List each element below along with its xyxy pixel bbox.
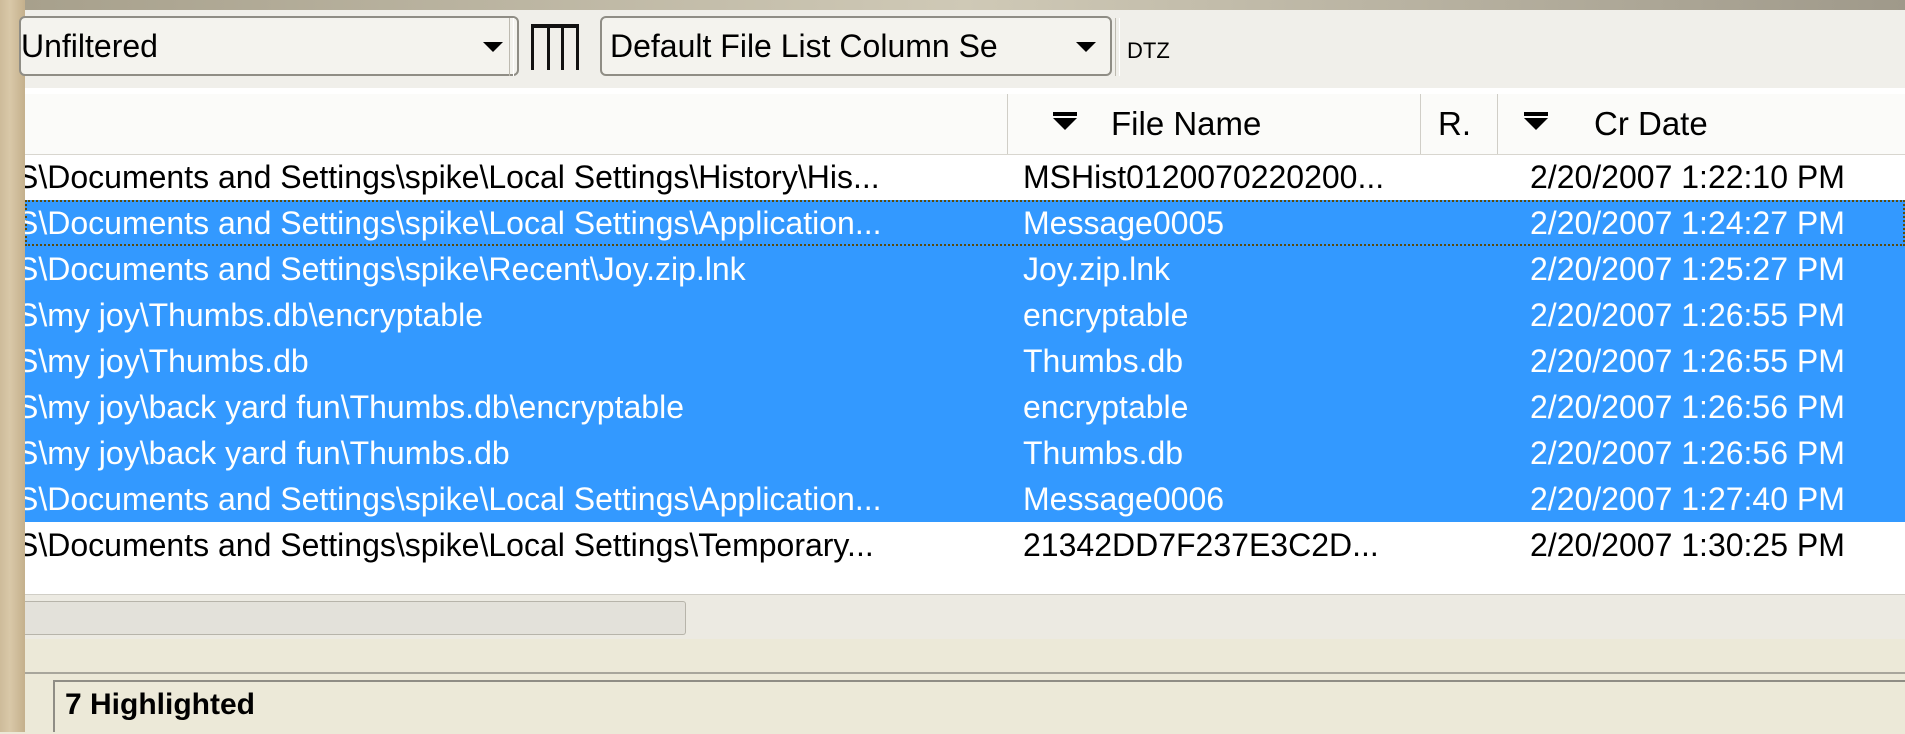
table-row[interactable]: S\Documents and Settings\spike\Local Set… [25,154,1905,200]
column-header-r[interactable]: R. [1421,94,1498,154]
cell-path: S\Documents and Settings\spike\Local Set… [25,527,874,563]
table-row[interactable]: S\Documents and Settings\spike\Local Set… [25,522,1905,568]
toolbar-separator [509,18,514,76]
toolbar-separator [1115,18,1120,76]
cell-cr-date: 2/20/2007 1:22:10 PM [1530,159,1845,195]
table-row[interactable]: S\my joy\Thumbs.db Thumbs.db 2/20/2007 1… [25,338,1905,384]
table-row[interactable]: S\my joy\back yard fun\Thumbs.db Thumbs.… [25,430,1905,476]
cell-cr-date: 2/20/2007 1:26:55 PM [1530,297,1845,333]
table-row[interactable]: S\my joy\back yard fun\Thumbs.db\encrypt… [25,384,1905,430]
cell-cr-date: 2/20/2007 1:25:27 PM [1530,251,1845,287]
scrollbar-thumb[interactable] [25,601,686,635]
column-header-path[interactable] [25,94,1008,154]
cell-path: S\Documents and Settings\spike\Recent\Jo… [25,251,746,287]
column-header-file-name-label: File Name [1111,105,1262,142]
file-list-header: File Name R. Cr Date [25,94,1905,155]
column-header-r-label: R. [1438,105,1471,142]
cell-path: S\my joy\Thumbs.db\encryptable [25,297,483,333]
background-edge [0,0,25,732]
cell-cr-date: 2/20/2007 1:26:55 PM [1530,343,1845,379]
sort-down-icon [1524,118,1548,130]
cell-file-name: 21342DD7F237E3C2D... [1023,527,1379,563]
table-row[interactable]: S\Documents and Settings\spike\Recent\Jo… [25,246,1905,292]
table-row[interactable]: S\my joy\Thumbs.db\encryptable encryptab… [25,292,1905,338]
filter-dropdown-value: Unfiltered [21,28,158,64]
window-top-strip [25,0,1905,10]
filter-icon [1524,112,1548,116]
dtz-button[interactable]: DTZ [1127,38,1170,64]
cell-path: S\my joy\back yard fun\Thumbs.db [25,435,510,471]
cell-file-name: encryptable [1023,389,1189,425]
cell-path: S\my joy\Thumbs.db [25,343,309,379]
cell-path: S\Documents and Settings\spike\Local Set… [25,481,882,517]
toolbar: Unfiltered Default File List Column Se D… [19,10,1905,89]
cell-path: S\Documents and Settings\spike\Local Set… [25,159,880,195]
cell-cr-date: 2/20/2007 1:24:27 PM [1530,205,1845,241]
column-header-cr-date-label: Cr Date [1594,105,1708,142]
cell-cr-date: 2/20/2007 1:30:25 PM [1530,527,1845,563]
cell-path: S\Documents and Settings\spike\Local Set… [25,205,882,241]
cell-file-name: Message0006 [1023,481,1225,517]
cell-cr-date: 2/20/2007 1:27:40 PM [1530,481,1845,517]
chevron-down-icon [1076,42,1096,52]
highlighted-count: 7 Highlighted [53,680,1905,732]
filter-dropdown[interactable]: Unfiltered [19,16,519,76]
cell-cr-date: 2/20/2007 1:26:56 PM [1530,435,1845,471]
column-header-cr-date[interactable]: Cr Date [1498,94,1905,154]
column-set-dropdown[interactable]: Default File List Column Se [600,16,1112,76]
status-bar: 7 Highlighted [25,672,1905,734]
cell-file-name: MSHist0120070220200... [1023,159,1385,195]
column-set-value: Default File List Column Se [610,28,998,64]
table-row[interactable]: S\Documents and Settings\spike\Local Set… [25,200,1905,246]
cell-file-name: Thumbs.db [1023,343,1184,379]
cell-file-name: Message0005 [1023,205,1225,241]
table-row-partial [25,568,1905,594]
sort-down-icon [1053,118,1077,130]
cell-file-name: Joy.zip.lnk [1023,251,1171,287]
chevron-down-icon [483,42,503,52]
column-header-file-name[interactable]: File Name [1008,94,1421,154]
cell-file-name: encryptable [1023,297,1189,333]
columns-icon[interactable] [527,20,581,74]
cell-file-name: Thumbs.db [1023,435,1184,471]
table-row[interactable]: S\Documents and Settings\spike\Local Set… [25,476,1905,522]
file-list: File Name R. Cr Date S\Documents and Set… [25,88,1905,594]
sort-icon [1053,112,1077,116]
cell-path: S\my joy\back yard fun\Thumbs.db\encrypt… [25,389,684,425]
cell-cr-date: 2/20/2007 1:26:56 PM [1530,389,1845,425]
horizontal-scrollbar[interactable] [25,594,1905,639]
